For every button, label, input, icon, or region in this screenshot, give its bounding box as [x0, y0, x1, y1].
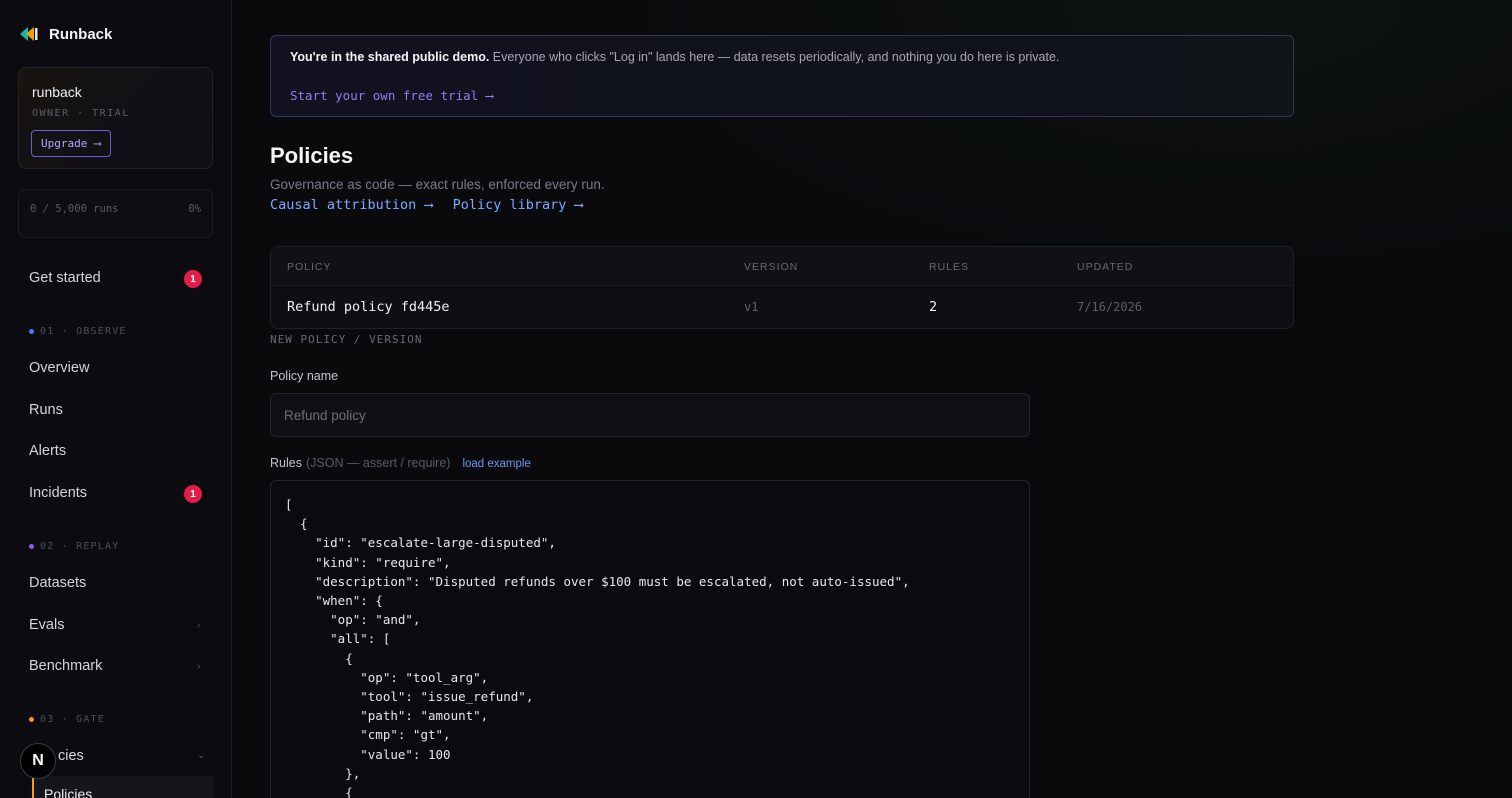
policy-updated-cell: 7/16/2026: [1077, 300, 1143, 314]
sidebar-item-overview[interactable]: Overview: [29, 360, 89, 376]
demo-banner-text: You're in the shared public demo. Everyo…: [290, 50, 1059, 64]
chevron-right-icon: ›: [197, 661, 201, 672]
policy-name-cell[interactable]: Refund policy fd445e: [287, 299, 450, 315]
brand[interactable]: Runback: [19, 24, 112, 44]
rules-label-row: Rules (JSON — assert / require) load exa…: [270, 456, 531, 470]
rules-label: Rules: [270, 456, 302, 470]
policy-rules-cell: 2: [929, 299, 938, 315]
page-subtitle: Governance as code — exact rules, enforc…: [270, 177, 605, 192]
sidebar-item-get-started[interactable]: Get started: [29, 270, 101, 286]
section-dot-icon: [29, 544, 34, 549]
demo-banner-bold: You're in the shared public demo.: [290, 50, 490, 64]
demo-banner: You're in the shared public demo. Everyo…: [270, 35, 1294, 117]
section-dot-icon: [29, 717, 34, 722]
chevron-right-icon: ›: [197, 620, 201, 631]
app-title: Runback: [49, 25, 113, 43]
main-content: You're in the shared public demo. Everyo…: [233, 0, 1512, 798]
rules-hint: (JSON — assert / require): [305, 456, 451, 470]
rules-json-content[interactable]: [ { "id": "escalate-large-disputed", "ki…: [285, 495, 910, 798]
dev-tools-button[interactable]: N: [20, 743, 56, 779]
incidents-badge: 1: [184, 485, 202, 503]
org-name: runback: [32, 84, 82, 100]
get-started-badge: 1: [184, 270, 202, 288]
usage-runs: 0 / 5,000 runs: [30, 203, 119, 215]
column-header-version: VERSION: [744, 261, 799, 273]
column-header-updated: UPDATED: [1077, 261, 1134, 273]
column-header-rules: RULES: [929, 261, 970, 273]
section-label-text: 01 · OBSERVE: [40, 326, 127, 337]
column-header-policy: POLICY: [287, 261, 332, 273]
policy-library-link[interactable]: Policy library ⟶: [453, 197, 583, 213]
sidebar-subitem-label: Policies: [44, 786, 93, 798]
section-label-text: 02 · REPLAY: [40, 541, 120, 552]
org-card: runback OWNER · TRIAL Upgrade ⟶: [18, 67, 213, 169]
runback-logo-icon: [19, 25, 39, 43]
policy-name-label: Policy name: [270, 369, 339, 383]
demo-banner-body: Everyone who clicks "Log in" lands here …: [489, 50, 1060, 64]
usage-card: 0 / 5,000 runs 0%: [18, 189, 213, 238]
sidebar-item-runs[interactable]: Runs: [29, 402, 63, 418]
page-title: Policies: [270, 143, 354, 168]
policy-name-input[interactable]: [270, 393, 1030, 437]
org-role: OWNER · TRIAL: [32, 108, 130, 119]
page-links: Causal attribution ⟶ Policy library ⟶: [270, 197, 583, 213]
sidebar-item-alerts[interactable]: Alerts: [29, 443, 66, 459]
new-policy-section-label: NEW POLICY / VERSION: [270, 333, 423, 346]
load-example-link[interactable]: load example: [462, 458, 530, 470]
usage-percent: 0%: [188, 203, 201, 215]
section-label-replay: 02 · REPLAY: [29, 541, 119, 552]
section-label-observe: 01 · OBSERVE: [29, 326, 127, 337]
upgrade-button[interactable]: Upgrade ⟶: [31, 130, 111, 157]
sidebar-item-evals[interactable]: Evals: [29, 617, 64, 633]
sidebar-item-label: Get started: [29, 270, 101, 286]
sidebar-item-label: Incidents: [29, 485, 88, 501]
sidebar-item-datasets[interactable]: Datasets: [29, 575, 86, 591]
sidebar-subitem-policies[interactable]: Policies: [32, 776, 213, 798]
sidebar-item-incidents[interactable]: Incidents: [29, 485, 87, 501]
causal-attribution-link[interactable]: Causal attribution ⟶: [270, 197, 433, 213]
sidebar-item-benchmark[interactable]: Benchmark: [29, 658, 102, 674]
sidebar: Runback runback OWNER · TRIAL Upgrade ⟶ …: [0, 0, 232, 798]
table-header: POLICY VERSION RULES UPDATED: [271, 247, 1293, 286]
policy-version-cell: v1: [744, 300, 759, 314]
start-trial-link[interactable]: Start your own free trial ⟶: [290, 88, 493, 103]
chevron-down-icon: ⌄: [197, 750, 206, 761]
rules-json-editor[interactable]: [ { "id": "escalate-large-disputed", "ki…: [270, 480, 1030, 798]
section-label-text: 03 · GATE: [40, 714, 105, 725]
policies-table: POLICY VERSION RULES UPDATED Refund poli…: [270, 246, 1294, 329]
section-dot-icon: [29, 329, 34, 334]
sidebar-item-policies-group[interactable]: cies: [58, 748, 84, 764]
section-label-gate: 03 · GATE: [29, 714, 105, 725]
